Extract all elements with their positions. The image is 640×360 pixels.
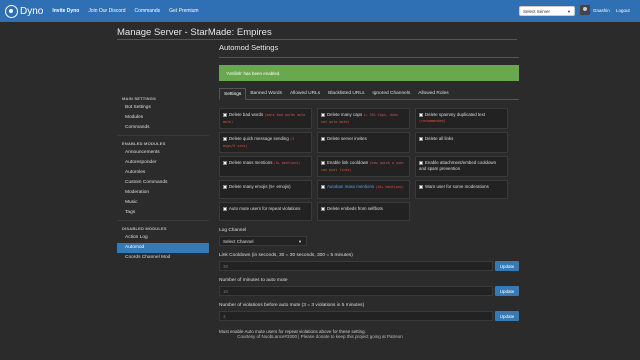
- main-content: Automod Settings 'Antilink' has been ena…: [219, 43, 519, 334]
- sidebar-item-announcements[interactable]: Announcements: [117, 148, 209, 158]
- option-delete-spammy-text[interactable]: Delete spammy duplicated text (recommend…: [415, 108, 508, 129]
- log-channel-label: Log Channel: [219, 228, 247, 233]
- checkbox[interactable]: [223, 206, 227, 211]
- option-delete-selfbot-embeds[interactable]: Delete embeds from selfbots: [317, 202, 410, 221]
- sidebar-item-music[interactable]: Music: [117, 198, 209, 208]
- nav-link-premium[interactable]: Get Premium: [169, 8, 198, 14]
- footer-text: Courtesy of NoobLance#3300 | Please dona…: [237, 334, 403, 339]
- sidebar-divider: [117, 135, 209, 136]
- top-navbar: Dyno Invite Dyno Join Our Discord Comman…: [0, 0, 640, 22]
- option-auto-mute[interactable]: Auto mute users for repeat violations: [219, 202, 312, 221]
- link-cooldown-row: 30 Update: [219, 261, 519, 271]
- nav-link-commands[interactable]: Commands: [135, 8, 161, 14]
- tab-settings[interactable]: Settings: [219, 88, 247, 100]
- dyno-logo-icon: [5, 4, 18, 18]
- sidebar-item-bot-settings[interactable]: Bot Settings: [117, 103, 209, 113]
- section-title: Automod Settings: [219, 43, 279, 52]
- checkbox[interactable]: [223, 160, 227, 165]
- tab-blacklisted-urls[interactable]: Blacklisted URLs: [324, 88, 368, 100]
- option-warn-user[interactable]: Warn user for some moderations: [415, 180, 508, 199]
- option-link-cooldown[interactable]: Enable link cooldown (how quick a user c…: [317, 156, 410, 177]
- checkbox[interactable]: [321, 206, 325, 211]
- checkbox[interactable]: [321, 184, 325, 189]
- username[interactable]: Gnashin: [593, 8, 610, 13]
- mute-minutes-label: Number of minutes to auto mute: [219, 278, 288, 283]
- link-cooldown-label: Link Cooldown (in seconds, 30 = 30 secon…: [219, 253, 353, 258]
- checkbox[interactable]: [419, 112, 423, 117]
- checkbox[interactable]: [419, 184, 423, 189]
- option-delete-quick-messages[interactable]: Delete quick message sending (5 msgs/5 s…: [219, 132, 312, 153]
- link-cooldown-update-button[interactable]: Update: [495, 261, 519, 271]
- violations-label: Number of violations before auto mute (3…: [219, 303, 365, 308]
- link-cooldown-input[interactable]: 30: [219, 261, 493, 271]
- violations-input[interactable]: 3: [219, 311, 493, 321]
- sidebar-item-commands[interactable]: Commands: [117, 123, 209, 133]
- nav-links: Invite Dyno Join Our Discord Commands Ge…: [52, 8, 207, 14]
- option-delete-many-caps[interactable]: Delete many caps (> 70% Caps, does not a…: [317, 108, 410, 129]
- checkbox[interactable]: [419, 136, 423, 141]
- checkbox[interactable]: [321, 160, 325, 165]
- settings-tabs: Settings Banned Words Allowed URLs Black…: [219, 88, 519, 100]
- option-delete-mass-mentions[interactable]: Delete mass mentions (5+ mentions): [219, 156, 312, 177]
- checkbox[interactable]: [321, 136, 325, 141]
- sidebar-item-custom-commands[interactable]: Custom Commands: [117, 178, 209, 188]
- nav-link-invite[interactable]: Invite Dyno: [52, 8, 79, 14]
- sidebar-heading-disabled: DISABLED MODULES: [122, 226, 167, 231]
- sidebar-item-autoroles[interactable]: Autoroles: [117, 168, 209, 178]
- checkbox[interactable]: [223, 184, 227, 189]
- user-avatar[interactable]: [580, 5, 590, 15]
- checkbox[interactable]: [223, 112, 227, 117]
- server-icon-area: [117, 43, 209, 87]
- mute-minutes-update-button[interactable]: Update: [495, 286, 519, 296]
- option-autoban-mass-mentions[interactable]: Autoban mass mentions (10+ mentions): [317, 180, 410, 199]
- success-alert: 'Antilink' has been enabled.: [219, 65, 519, 81]
- brand-name: Dyno: [20, 5, 44, 17]
- violations-update-button[interactable]: Update: [495, 311, 519, 321]
- option-delete-server-invites[interactable]: Delete server invites: [317, 132, 410, 153]
- tab-banned-words[interactable]: Banned Words: [246, 88, 286, 100]
- option-delete-bad-words[interactable]: Delete bad words (bans bad words auto mu…: [219, 108, 312, 129]
- dyno-logo[interactable]: Dyno: [5, 4, 44, 18]
- page-title: Manage Server - StarMade: Empires: [117, 27, 272, 38]
- title-divider: [117, 39, 517, 40]
- option-attachment-cooldown[interactable]: Enable attachment/embed cooldown and spa…: [415, 156, 508, 177]
- sidebar-item-tags[interactable]: Tags: [117, 208, 209, 218]
- sidebar-item-moderation[interactable]: Moderation: [117, 188, 209, 198]
- log-channel-select[interactable]: Select Channel ▼: [219, 236, 307, 246]
- option-delete-many-emojis[interactable]: Delete many emojis (5+ emojis): [219, 180, 312, 199]
- checkbox[interactable]: [321, 112, 325, 117]
- tab-ignored-channels[interactable]: Ignored Channels: [368, 88, 414, 100]
- mute-minutes-input[interactable]: 10: [219, 286, 493, 296]
- checkbox[interactable]: [223, 136, 227, 141]
- empty-cell: [415, 202, 508, 221]
- log-channel-value: Select Channel: [223, 239, 254, 244]
- server-select[interactable]: Select Server ▼: [519, 6, 575, 16]
- sidebar-item-action-log[interactable]: Action Log: [117, 233, 209, 243]
- tab-allowed-urls[interactable]: Allowed URLs: [286, 88, 324, 100]
- section-divider: [219, 57, 519, 58]
- sidebar-item-modules[interactable]: Modules: [117, 113, 209, 123]
- sidebar: MAIN SETTINGS Bot Settings Modules Comma…: [117, 93, 209, 263]
- sidebar-divider: [117, 220, 209, 221]
- sidebar-heading-enabled: ENABLED MODULES: [122, 141, 166, 146]
- chevron-down-icon: ▼: [567, 9, 571, 14]
- sidebar-item-automod[interactable]: Automod: [117, 243, 209, 253]
- sidebar-item-coords-channel-mod[interactable]: Coords Channel Mod: [117, 253, 209, 263]
- sidebar-item-autoresponder[interactable]: Autoresponder: [117, 158, 209, 168]
- nav-link-discord[interactable]: Join Our Discord: [88, 8, 125, 14]
- option-delete-all-links[interactable]: Delete all links: [415, 132, 508, 153]
- server-select-label: Select Server: [523, 8, 551, 14]
- mute-minutes-row: 10 Update: [219, 286, 519, 296]
- chevron-down-icon: ▼: [298, 239, 302, 244]
- tab-allowed-roles[interactable]: Allowed Roles: [414, 88, 452, 100]
- options-grid: Delete bad words (bans bad words auto mu…: [219, 108, 519, 221]
- checkbox[interactable]: [419, 160, 423, 165]
- violations-row: 3 Update: [219, 311, 519, 321]
- logout-link[interactable]: Logout: [616, 8, 630, 13]
- sidebar-heading-main: MAIN SETTINGS: [122, 96, 156, 101]
